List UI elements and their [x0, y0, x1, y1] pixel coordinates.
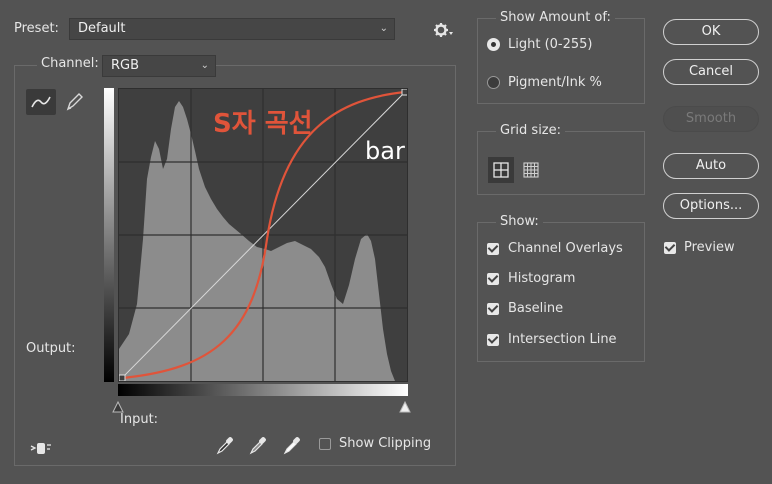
show-clipping-label: Show Clipping [339, 436, 432, 451]
eyedropper-icon [216, 437, 233, 455]
curve-point-tool-button[interactable] [26, 89, 56, 115]
pencil-tool-button[interactable] [63, 90, 85, 114]
channel-label: Channel: [37, 56, 103, 71]
show-title: Show: [496, 214, 543, 229]
channel-select[interactable]: RGB ⌄ [102, 55, 216, 77]
smooth-button[interactable]: Smooth [663, 106, 759, 132]
grid-detailed-button[interactable] [518, 157, 544, 183]
bar-annotation: bar [365, 137, 405, 165]
pencil-icon [66, 93, 83, 111]
show-amount-title: Show Amount of: [496, 10, 615, 25]
intersection-line-checkbox[interactable] [487, 334, 499, 346]
preset-label: Preset: [14, 21, 59, 36]
baseline-label: Baseline [508, 301, 564, 316]
pigment-radio[interactable] [487, 76, 500, 89]
chevron-down-icon: ⌄ [379, 23, 388, 34]
eyedropper-icon [249, 437, 266, 455]
white-eyedropper-button[interactable] [281, 434, 303, 456]
channel-overlays-label: Channel Overlays [508, 241, 623, 256]
grid-size-title: Grid size: [496, 123, 566, 138]
chevron-down-icon: ⌄ [200, 60, 209, 71]
grid-simple-button[interactable] [488, 157, 514, 183]
curve-point-start [119, 374, 126, 381]
ok-button[interactable]: OK [663, 19, 759, 45]
light-radio[interactable] [487, 38, 500, 51]
light-radio-label: Light (0-255) [508, 37, 593, 52]
grid-4x4-icon [523, 162, 539, 178]
gear-icon [434, 23, 453, 37]
curve-icon [31, 96, 51, 108]
auto-button[interactable]: Auto [663, 153, 759, 179]
baseline-checkbox[interactable] [487, 303, 499, 315]
output-gradient-bar [104, 88, 114, 382]
white-point-slider[interactable] [399, 400, 411, 417]
show-clipping-checkbox[interactable] [319, 438, 331, 450]
preview-checkbox[interactable] [664, 242, 676, 254]
triangle-slider-icon [399, 400, 411, 413]
histogram-label: Histogram [508, 271, 576, 286]
output-label: Output: [26, 341, 76, 356]
curve-point-end [401, 89, 407, 96]
gray-eyedropper-button[interactable] [247, 434, 269, 456]
preset-select[interactable]: Default ⌄ [69, 18, 395, 40]
curve-graph[interactable]: S자 곡선 bar [118, 88, 408, 382]
input-label: Input: [120, 412, 159, 427]
grid-2x2-icon [493, 162, 509, 178]
preset-value: Default [78, 21, 126, 36]
histogram-checkbox[interactable] [487, 273, 499, 285]
options-button[interactable]: Options... [663, 193, 759, 219]
hand-adjust-icon [30, 443, 51, 454]
input-gradient-bar [118, 384, 408, 396]
s-curve-annotation: S자 곡선 [213, 109, 313, 139]
channel-value: RGB [111, 58, 140, 73]
preset-gear-menu[interactable] [432, 20, 454, 44]
show-amount-group [477, 18, 645, 104]
targeted-adjustment-button[interactable] [29, 436, 53, 458]
black-eyedropper-button[interactable] [214, 434, 236, 456]
preview-label: Preview [684, 240, 735, 255]
eyedropper-icon [283, 437, 300, 455]
cancel-button[interactable]: Cancel [663, 59, 759, 85]
intersection-line-label: Intersection Line [508, 332, 617, 347]
channel-overlays-checkbox[interactable] [487, 243, 499, 255]
pigment-radio-label: Pigment/Ink % [508, 75, 602, 90]
